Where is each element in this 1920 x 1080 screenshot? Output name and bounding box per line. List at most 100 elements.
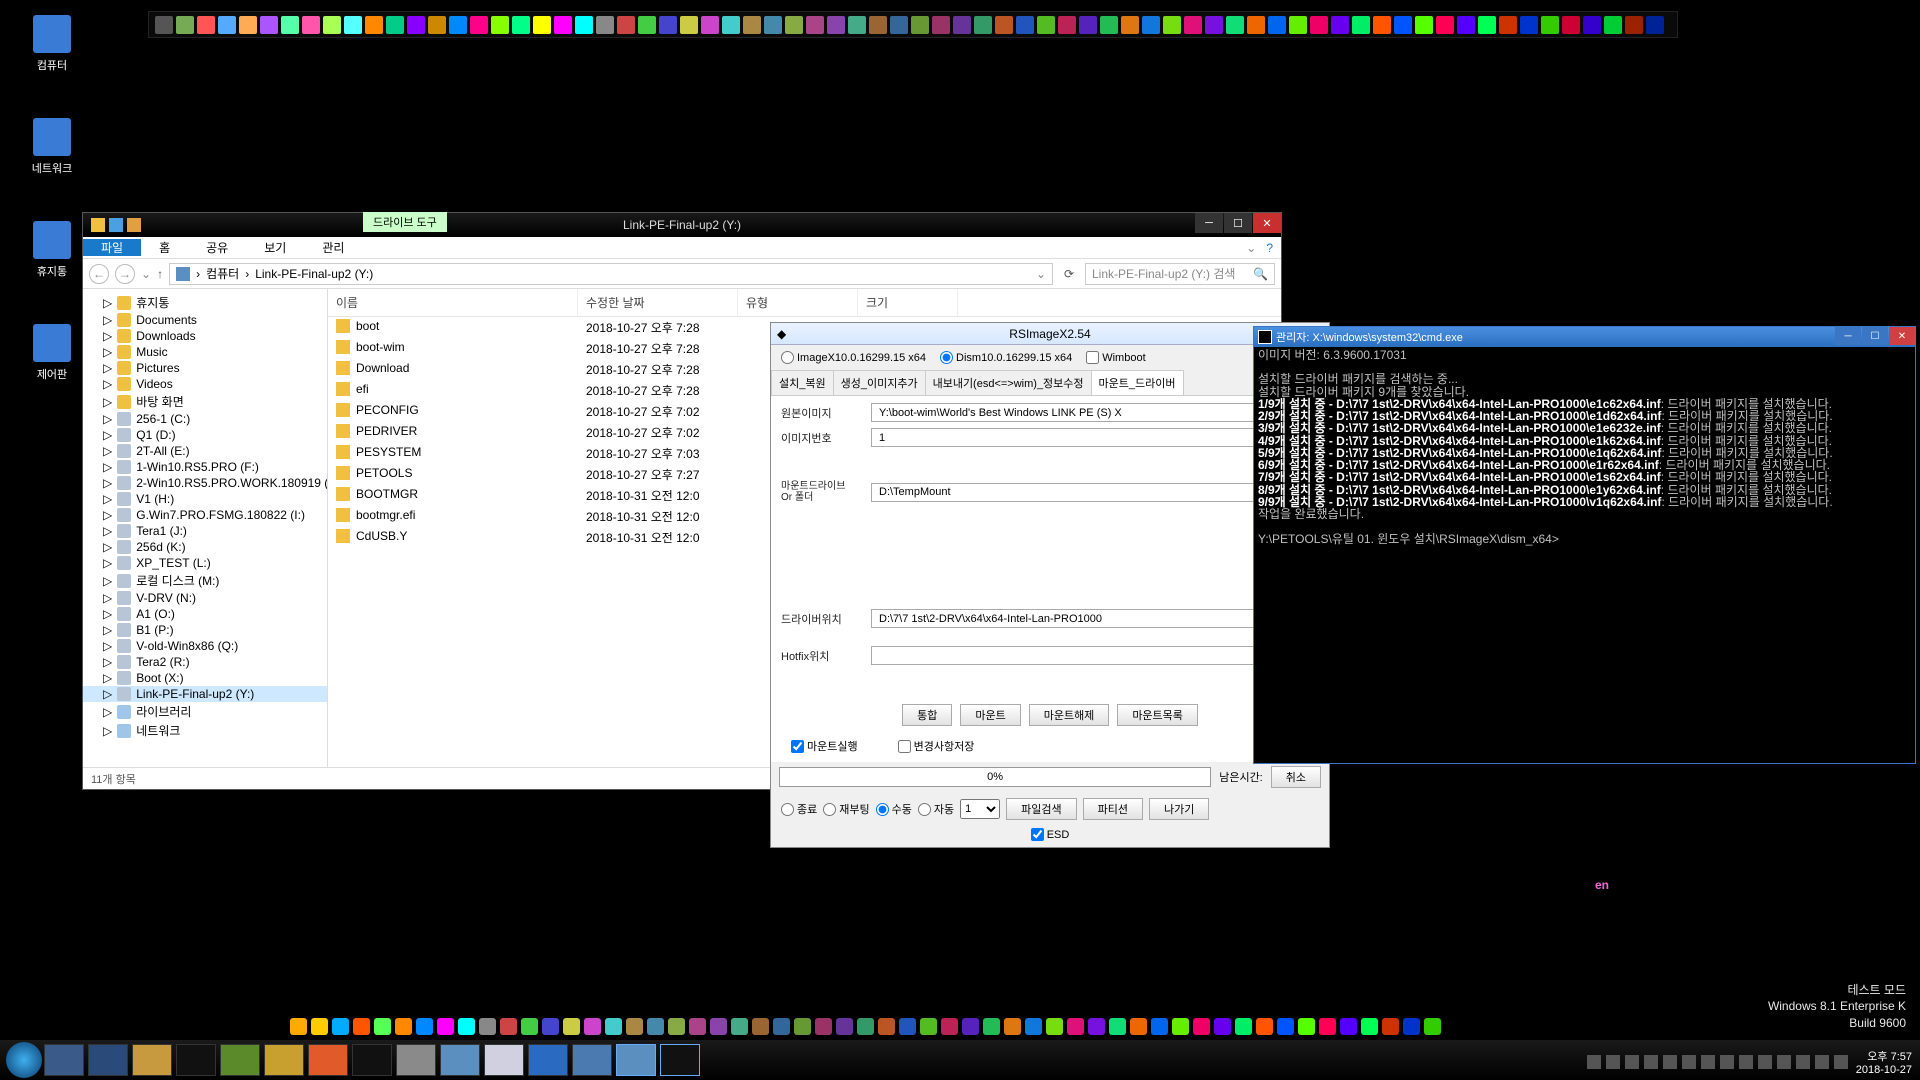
shortcut-50[interactable]: [1205, 16, 1223, 34]
ql-20[interactable]: [710, 1018, 727, 1035]
explorer-titlebar[interactable]: 드라이브 도구 Link-PE-Final-up2 (Y:) ─ ☐ ✕: [83, 213, 1281, 237]
tree-라이브러리[interactable]: ▷라이브러리: [83, 702, 327, 721]
breadcrumb-2[interactable]: Link-PE-Final-up2 (Y:): [255, 267, 373, 281]
shortcut-25[interactable]: [680, 16, 698, 34]
shortcut-15[interactable]: [470, 16, 488, 34]
ql-41[interactable]: [1151, 1018, 1168, 1035]
tray-icon-10[interactable]: [1777, 1055, 1791, 1069]
nav-back-button[interactable]: ←: [89, 264, 109, 284]
shortcut-20[interactable]: [575, 16, 593, 34]
btn-integrate[interactable]: 통합: [902, 704, 952, 726]
shortcut-61[interactable]: [1436, 16, 1454, 34]
ql-7[interactable]: [437, 1018, 454, 1035]
btn-partition[interactable]: 파티션: [1083, 798, 1143, 820]
task-9[interactable]: [396, 1044, 436, 1076]
task-8[interactable]: [352, 1044, 392, 1076]
ql-27[interactable]: [857, 1018, 874, 1035]
btn-cancel[interactable]: 취소: [1271, 766, 1321, 788]
ql-13[interactable]: [563, 1018, 580, 1035]
ribbon-toggle-icon[interactable]: ⌄: [1246, 241, 1256, 255]
task-active-cmd[interactable]: [660, 1044, 700, 1076]
cmd-maximize[interactable]: ☐: [1862, 327, 1888, 345]
radio-exit[interactable]: 종료: [781, 801, 817, 817]
shortcut-68[interactable]: [1583, 16, 1601, 34]
task-explorer[interactable]: [132, 1044, 172, 1076]
cmd-close[interactable]: ✕: [1889, 327, 1915, 345]
shortcut-14[interactable]: [449, 16, 467, 34]
tray-icon-3[interactable]: [1644, 1055, 1658, 1069]
shortcut-44[interactable]: [1079, 16, 1097, 34]
tree-V1 (H:)[interactable]: ▷V1 (H:): [83, 491, 327, 507]
btn-unmount[interactable]: 마운트해제: [1029, 704, 1110, 726]
tree-Q1 (D:)[interactable]: ▷Q1 (D:): [83, 427, 327, 443]
ql-12[interactable]: [542, 1018, 559, 1035]
cmd-minimize[interactable]: ─: [1835, 327, 1861, 345]
radio-imagex[interactable]: ImageX10.0.16299.15 x64: [781, 351, 926, 364]
col-name[interactable]: 이름: [328, 289, 578, 316]
start-button[interactable]: [6, 1042, 42, 1078]
tree-Downloads[interactable]: ▷Downloads: [83, 328, 327, 344]
shortcut-46[interactable]: [1121, 16, 1139, 34]
shortcut-16[interactable]: [491, 16, 509, 34]
nav-tree[interactable]: ▷휴지통▷Documents▷Downloads▷Music▷Pictures▷…: [83, 289, 328, 767]
ql-15[interactable]: [605, 1018, 622, 1035]
tree-V-DRV (N:)[interactable]: ▷V-DRV (N:): [83, 590, 327, 606]
shortcut-26[interactable]: [701, 16, 719, 34]
tree-로컬 디스크 (M:)[interactable]: ▷로컬 디스크 (M:): [83, 571, 327, 590]
tray-icon-12[interactable]: [1815, 1055, 1829, 1069]
shortcut-45[interactable]: [1100, 16, 1118, 34]
ql-34[interactable]: [1004, 1018, 1021, 1035]
ql-29[interactable]: [899, 1018, 916, 1035]
select-delay[interactable]: 1: [960, 799, 1000, 819]
menu-home[interactable]: 홈: [141, 239, 188, 256]
task-ie[interactable]: [528, 1044, 568, 1076]
tree-A1 (O:)[interactable]: ▷A1 (O:): [83, 606, 327, 622]
desktop-icon-휴지통[interactable]: 휴지통: [17, 221, 87, 279]
ql-6[interactable]: [416, 1018, 433, 1035]
shortcut-57[interactable]: [1352, 16, 1370, 34]
shortcut-40[interactable]: [995, 16, 1013, 34]
tree-256-1 (C:)[interactable]: ▷256-1 (C:): [83, 411, 327, 427]
tree-Tera1 (J:)[interactable]: ▷Tera1 (J:): [83, 523, 327, 539]
shortcut-1[interactable]: [176, 16, 194, 34]
btn-exit[interactable]: 나가기: [1149, 798, 1209, 820]
ql-48[interactable]: [1298, 1018, 1315, 1035]
addr-dropdown-icon[interactable]: ⌄: [1036, 267, 1046, 281]
tree-Boot (X:)[interactable]: ▷Boot (X:): [83, 670, 327, 686]
check-wimboot[interactable]: Wimboot: [1086, 351, 1145, 364]
nav-forward-button[interactable]: →: [115, 264, 135, 284]
menu-view[interactable]: 보기: [246, 239, 304, 256]
shortcut-39[interactable]: [974, 16, 992, 34]
task-7[interactable]: [308, 1044, 348, 1076]
system-tray[interactable]: 오후 7:57 2018-10-27: [1587, 1048, 1912, 1076]
tree-1-Win10.RS5.PRO (F:)[interactable]: ▷1-Win10.RS5.PRO (F:): [83, 459, 327, 475]
btn-file-browse[interactable]: 파일검색: [1006, 798, 1076, 820]
check-save-changes[interactable]: 변경사항저장: [898, 738, 975, 754]
task-6[interactable]: [264, 1044, 304, 1076]
ql-49[interactable]: [1319, 1018, 1336, 1035]
shortcut-10[interactable]: [365, 16, 383, 34]
shortcut-48[interactable]: [1163, 16, 1181, 34]
menu-share[interactable]: 공유: [188, 239, 246, 256]
check-mount-run[interactable]: 마운트실행: [791, 738, 858, 754]
ql-18[interactable]: [668, 1018, 685, 1035]
tree-Videos[interactable]: ▷Videos: [83, 376, 327, 392]
ql-30[interactable]: [920, 1018, 937, 1035]
shortcut-8[interactable]: [323, 16, 341, 34]
tree-2-Win10.RS5.PRO.WORK.180919 (G:)[interactable]: ▷2-Win10.RS5.PRO.WORK.180919 (G:): [83, 475, 327, 491]
breadcrumb[interactable]: › 컴퓨터 › Link-PE-Final-up2 (Y:) ⌄: [169, 263, 1053, 285]
tree-바탕 화면[interactable]: ▷바탕 화면: [83, 392, 327, 411]
cmd-output[interactable]: 이미지 버전: 6.3.9600.17031 설치할 드라이버 패키지를 검색하…: [1254, 347, 1915, 547]
tree-Pictures[interactable]: ▷Pictures: [83, 360, 327, 376]
ql-3[interactable]: [353, 1018, 370, 1035]
tray-icon-5[interactable]: [1682, 1055, 1696, 1069]
shortcut-7[interactable]: [302, 16, 320, 34]
shortcut-54[interactable]: [1289, 16, 1307, 34]
shortcut-22[interactable]: [617, 16, 635, 34]
tray-icon-2[interactable]: [1625, 1055, 1639, 1069]
task-5[interactable]: [220, 1044, 260, 1076]
shortcut-9[interactable]: [344, 16, 362, 34]
shortcut-36[interactable]: [911, 16, 929, 34]
shortcut-35[interactable]: [890, 16, 908, 34]
ql-5[interactable]: [395, 1018, 412, 1035]
